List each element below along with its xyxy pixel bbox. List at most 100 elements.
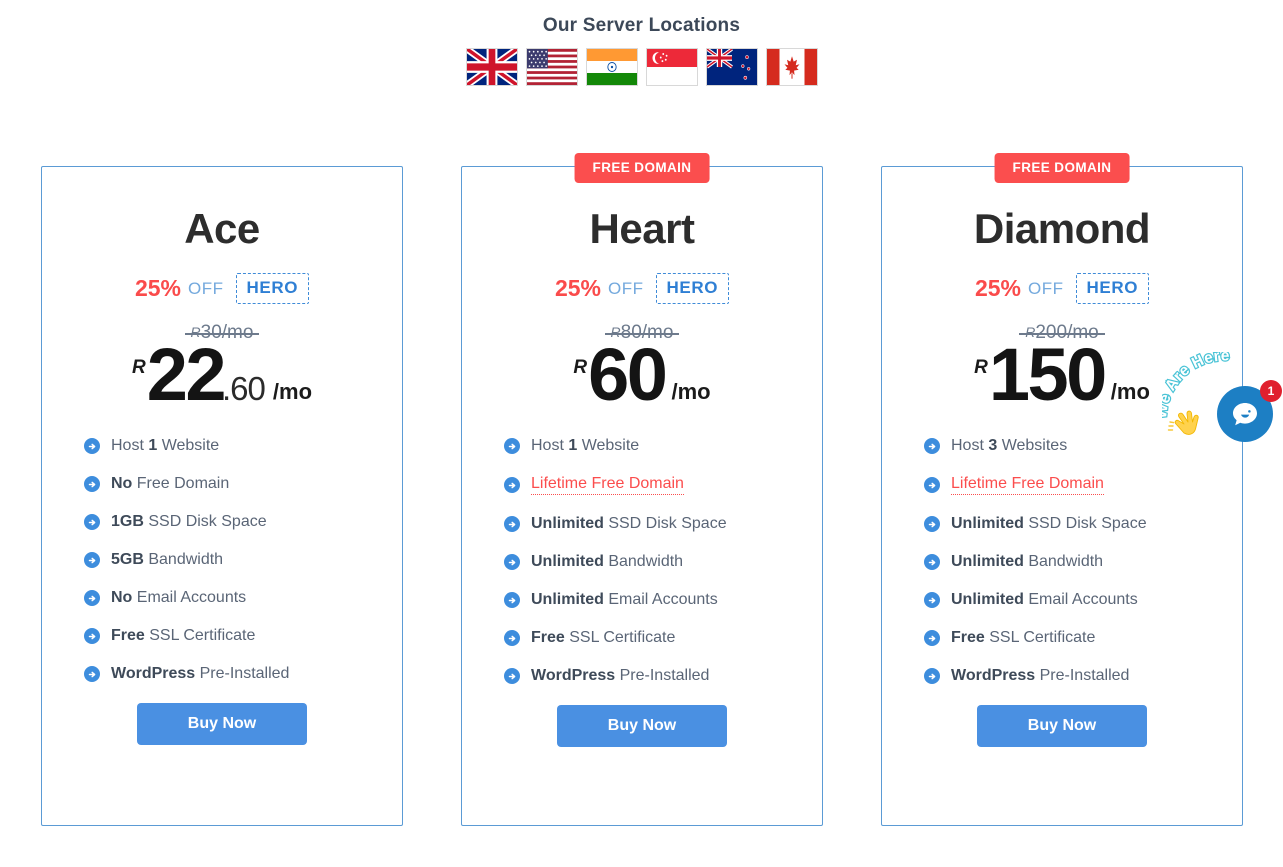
arrow-right-icon [88, 633, 95, 639]
feature-item: Unlimited Bandwidth [924, 553, 1242, 571]
feature-item: WordPress Pre-Installed [924, 667, 1242, 685]
arrow-right-icon [508, 597, 515, 603]
buy-now-button-ace[interactable]: Buy Now [137, 703, 307, 746]
feature-item: WordPress Pre-Installed [504, 667, 822, 685]
arrow-right-icon [88, 519, 95, 525]
feature-label: Unlimited SSD Disk Space [951, 515, 1147, 533]
chat-bubble-icon [1233, 403, 1257, 426]
feature-label: 5GB Bandwidth [111, 551, 224, 569]
feature-item: Free SSL Certificate [84, 627, 402, 645]
feature-item: Unlimited SSD Disk Space [504, 515, 822, 533]
price-period: /mo [272, 379, 313, 405]
feature-item: WordPress Pre-Installed [84, 665, 402, 683]
feature-item: Unlimited Bandwidth [504, 553, 822, 571]
features-list: Host 3 Websites Lifetime Free Domain Unl… [882, 437, 1242, 685]
buy-button-wrap: Buy Now [462, 705, 822, 748]
pricing-card-diamond: FREE DOMAIN Diamond 25% OFF HERO R200/mo … [881, 153, 1243, 826]
old-price: R80/mo [462, 322, 822, 344]
promo-row: 25% OFF HERO [42, 273, 402, 304]
feature-item: Unlimited Email Accounts [924, 591, 1242, 609]
arrow-bullet-icon [84, 590, 100, 607]
arrow-right-icon [508, 521, 515, 527]
chat-widget[interactable]: We Are Here 1 [1162, 352, 1283, 462]
pricing-cards: Ace 25% OFF HERO R30/mo R 22 .60 /mo Hos… [0, 0, 1283, 867]
promo-percent: 25% [554, 275, 601, 301]
feature-item: 5GB Bandwidth [84, 551, 402, 569]
arrow-bullet-icon [84, 666, 100, 683]
plan-name: Diamond [973, 205, 1151, 252]
feature-item[interactable]: Lifetime Free Domain [924, 475, 1242, 496]
features-list: Host 1 Website No Free Domain 1GB SSD Di… [42, 437, 402, 683]
old-price-value: 200 [1035, 322, 1068, 343]
features-list: Host 1 Website Lifetime Free Domain Unli… [462, 437, 822, 685]
feature-item: Free SSL Certificate [504, 629, 822, 647]
feature-label: WordPress Pre-Installed [111, 665, 290, 683]
arrow-right-icon [508, 443, 515, 449]
feature-item: No Free Domain [84, 475, 402, 493]
arrow-right-icon [88, 671, 95, 677]
price-decimal: .60 [222, 370, 266, 408]
buy-button-wrap: Buy Now [882, 705, 1242, 748]
price-currency: R [131, 357, 146, 378]
arrow-right-icon [88, 595, 95, 601]
promo-percent: 25% [134, 275, 181, 301]
promo-off-label: OFF [608, 278, 644, 298]
feature-label: Unlimited Email Accounts [951, 591, 1138, 609]
arrow-bullet-icon [504, 554, 520, 571]
arrow-right-icon [928, 521, 935, 527]
price-amount: 22 [146, 333, 227, 416]
arrow-right-icon [508, 482, 515, 488]
feature-item: No Email Accounts [84, 589, 402, 607]
arrow-right-icon [88, 557, 95, 563]
arrow-bullet-icon [84, 514, 100, 531]
price-row: R 22 .60 /mo [42, 333, 402, 416]
pricing-card-heart: FREE DOMAIN Heart 25% OFF HERO R80/mo R 6… [461, 153, 823, 826]
arrow-bullet-icon [924, 477, 940, 494]
buy-now-button-diamond[interactable]: Buy Now [977, 705, 1147, 748]
price-period: /mo [671, 379, 711, 405]
feature-label: No Email Accounts [111, 589, 247, 607]
feature-label: Host 1 Website [531, 437, 640, 455]
old-price-currency: R [1025, 324, 1036, 340]
arrow-right-icon [508, 559, 515, 565]
arrow-bullet-icon [924, 554, 940, 571]
coupon-code[interactable]: HERO [235, 273, 310, 304]
chat-unread-badge: 1 [1260, 380, 1282, 402]
arrow-bullet-icon [924, 630, 940, 647]
feature-item: Host 1 Website [84, 437, 402, 455]
free-domain-ribbon: FREE DOMAIN [994, 153, 1130, 183]
price-currency: R [573, 357, 588, 378]
feature-label: Free SSL Certificate [951, 629, 1096, 647]
price-currency: R [974, 357, 988, 378]
feature-label: Host 3 Websites [951, 437, 1068, 455]
feature-label: Lifetime Free Domain [951, 475, 1104, 496]
arrow-bullet-icon [504, 438, 520, 455]
feature-label: Unlimited SSD Disk Space [531, 515, 727, 533]
feature-label: Lifetime Free Domain [531, 475, 684, 496]
arrow-bullet-icon [924, 438, 940, 455]
arrow-bullet-icon [504, 630, 520, 647]
free-domain-ribbon: FREE DOMAIN [574, 153, 710, 183]
arrow-bullet-icon [504, 592, 520, 609]
feature-item: 1GB SSD Disk Space [84, 513, 402, 531]
arrow-right-icon [508, 635, 515, 641]
feature-label: WordPress Pre-Installed [951, 667, 1130, 685]
arrow-right-icon [88, 443, 95, 449]
feature-label: Free SSL Certificate [531, 629, 676, 647]
feature-label: Free SSL Certificate [111, 627, 256, 645]
arrow-right-icon [928, 559, 935, 565]
arrow-right-icon [928, 673, 935, 679]
coupon-code[interactable]: HERO [1075, 273, 1150, 304]
buy-now-button-heart[interactable]: Buy Now [557, 705, 727, 748]
old-price: R200/mo [882, 322, 1242, 344]
arrow-bullet-icon [924, 592, 940, 609]
old-price-period: /mo [1067, 322, 1099, 343]
coupon-code[interactable]: HERO [655, 273, 730, 304]
page-root: Our Server Locations Ace 25% OFF HERO R3… [0, 0, 1283, 867]
arrow-bullet-icon [84, 476, 100, 493]
feature-item: Unlimited Email Accounts [504, 591, 822, 609]
arrow-bullet-icon [84, 438, 100, 455]
feature-label: WordPress Pre-Installed [531, 667, 710, 685]
feature-item[interactable]: Lifetime Free Domain [504, 475, 822, 496]
arrow-right-icon [928, 443, 935, 449]
